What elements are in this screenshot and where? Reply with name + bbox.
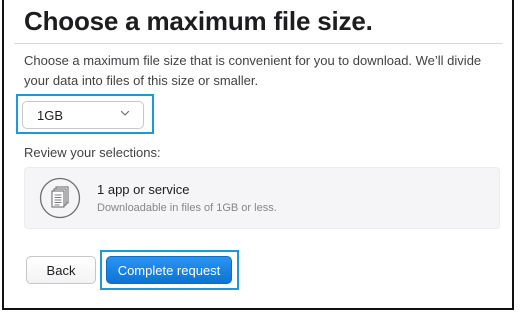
summary-subtitle: Downloadable in files of 1GB or less.: [97, 202, 277, 214]
review-label: Review your selections:: [24, 145, 161, 160]
complete-request-button[interactable]: Complete request: [106, 256, 232, 284]
documents-icon: [39, 177, 81, 219]
chevron-down-icon: [120, 110, 130, 116]
file-size-select-value: 1GB: [37, 108, 64, 123]
page-description: Choose a maximum file size that is conve…: [24, 53, 482, 88]
back-button[interactable]: Back: [26, 256, 96, 284]
file-size-select[interactable]: 1GB: [22, 101, 144, 129]
page-title: Choose a maximum file size.: [24, 6, 373, 36]
summary-title: 1 app or service: [97, 182, 190, 197]
dialog-panel: Choose a maximum file size. Choose a max…: [2, 0, 514, 310]
title-divider: [14, 43, 502, 44]
selection-summary-card: 1 app or service Downloadable in files o…: [24, 167, 500, 229]
